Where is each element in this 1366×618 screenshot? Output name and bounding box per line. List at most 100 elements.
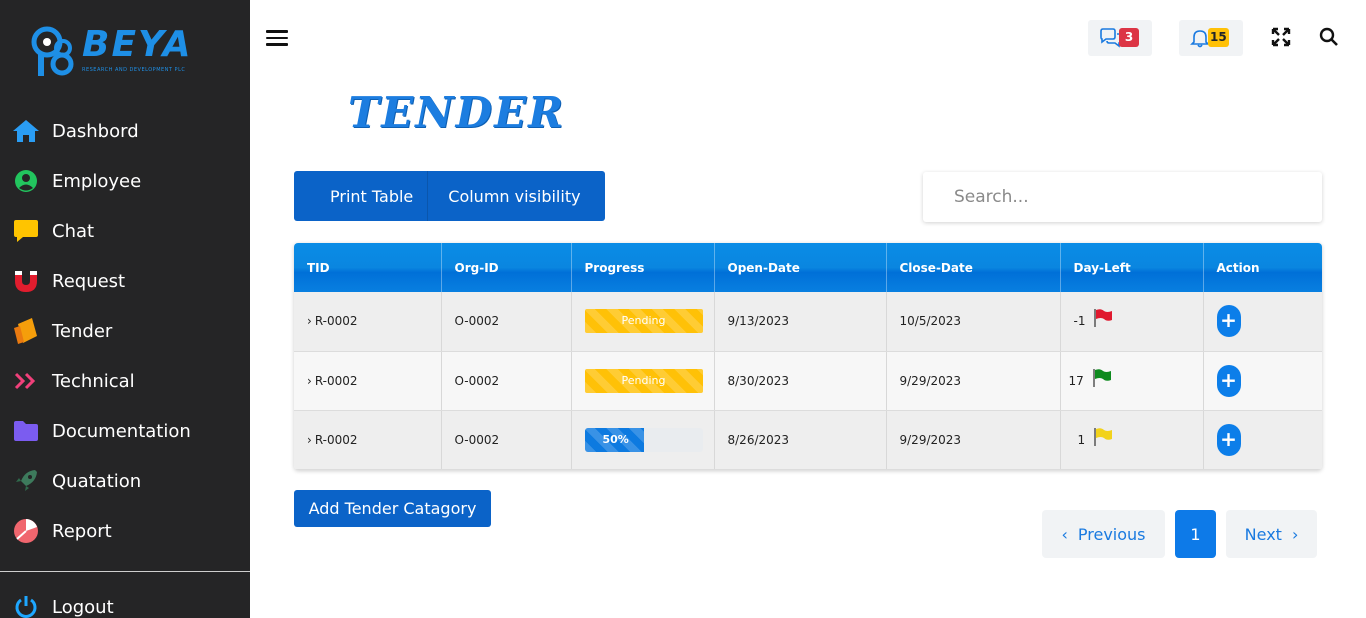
close-date-cell: 9/29/2023: [886, 410, 1061, 470]
double-chevron-icon: [12, 367, 40, 395]
messages-button[interactable]: 3: [1088, 20, 1152, 56]
table-row: › R-0002 O-0002 Pending 8/30/2023 9/29/20…: [294, 351, 1322, 411]
print-table-button[interactable]: Print Table: [294, 171, 427, 221]
column-header-day-left[interactable]: Day-Left: [1060, 243, 1204, 292]
action-cell: +: [1203, 292, 1322, 352]
progress-bar-fill: 50%: [584, 427, 644, 452]
expand-chevron-icon[interactable]: ›: [307, 374, 312, 388]
sidebar-item-label: Technical: [52, 370, 135, 392]
pie-chart-icon: [12, 517, 40, 545]
day-left-cell: 1: [1060, 410, 1204, 470]
open-date-cell: 9/13/2023: [714, 292, 887, 352]
sidebar-item-documentation[interactable]: Documentation: [12, 414, 191, 448]
tid-cell[interactable]: › R-0002: [294, 292, 442, 352]
column-visibility-button[interactable]: Column visibility: [428, 171, 604, 221]
open-date-cell: 8/30/2023: [714, 351, 887, 411]
tid-value: R-0002: [314, 432, 358, 447]
sidebar-item-employee[interactable]: Employee: [12, 164, 141, 198]
add-action-button[interactable]: +: [1216, 305, 1241, 338]
add-action-button[interactable]: +: [1216, 364, 1241, 397]
sidebar-item-request[interactable]: Request: [12, 264, 125, 298]
tender-icon: [12, 317, 40, 345]
column-header-close-date[interactable]: Close-Date: [886, 243, 1061, 292]
search-icon[interactable]: [1318, 26, 1340, 48]
menu-toggle-icon[interactable]: [266, 30, 288, 46]
close-date-cell: 9/29/2023: [886, 351, 1061, 411]
sidebar-item-report[interactable]: Report: [12, 514, 112, 548]
brand-logo[interactable]: BEYA RESEARCH AND DEVELOPMENT PLC: [30, 24, 195, 80]
sidebar-item-logout[interactable]: Logout: [12, 590, 114, 618]
column-header-progress[interactable]: Progress: [571, 243, 715, 292]
org-id-cell: O-0002: [441, 410, 572, 470]
yellow-flag-icon: [1094, 427, 1113, 446]
expand-chevron-icon[interactable]: ›: [307, 314, 312, 328]
pagination-next-button[interactable]: Next ›: [1226, 510, 1317, 558]
red-flag-icon: [1094, 309, 1113, 328]
rocket-icon: [12, 467, 40, 495]
open-date-cell: 8/26/2023: [714, 410, 887, 470]
pagination-page-current[interactable]: 1: [1175, 510, 1216, 558]
tid-value: R-0002: [314, 373, 358, 388]
folder-icon: [12, 417, 40, 445]
sidebar-item-label: Logout: [52, 596, 114, 618]
chat-bubble-icon: [12, 217, 40, 245]
fullscreen-icon[interactable]: [1270, 26, 1292, 48]
bell-icon: [1190, 30, 1210, 48]
pagination-next-label: Next: [1244, 524, 1282, 544]
sidebar-item-label: Documentation: [52, 420, 191, 442]
pending-status-badge: Pending: [584, 368, 703, 393]
close-date-cell: 10/5/2023: [886, 292, 1061, 352]
user-circle-icon: [12, 167, 40, 195]
sidebar-item-label: Quatation: [52, 470, 142, 492]
pagination-previous-button[interactable]: ‹ Previous: [1042, 510, 1165, 558]
progress-cell: 50%: [571, 410, 715, 470]
sidebar-item-label: Tender: [52, 320, 113, 342]
green-flag-icon: [1093, 368, 1111, 387]
power-icon: [12, 593, 40, 618]
table-row: › R-0002 O-0002 Pending 9/13/2023 10/5/20…: [294, 292, 1322, 352]
tid-cell[interactable]: › R-0002: [294, 410, 442, 470]
chevron-left-icon: ‹: [1061, 524, 1068, 544]
table-row: › R-0002 O-0002 50% 8/26/2023 9/29/2023 1…: [294, 410, 1322, 470]
table-header-row: TID Org-ID Progress Open-Date Close-Date…: [294, 243, 1322, 292]
tid-cell[interactable]: › R-0002: [294, 351, 442, 411]
sidebar-item-tender[interactable]: Tender: [12, 314, 112, 348]
chevron-right-icon: ›: [1291, 524, 1299, 544]
org-id-cell: O-0002: [441, 351, 572, 411]
action-cell: +: [1203, 351, 1322, 411]
notifications-button[interactable]: 15: [1179, 20, 1243, 56]
table-toolbar: Print Table Column visibility: [294, 171, 605, 221]
messages-count-badge: 3: [1119, 28, 1139, 47]
notifications-count-badge: 15: [1208, 28, 1229, 47]
day-left-value: 1: [1077, 432, 1086, 447]
pagination-previous-label: Previous: [1077, 524, 1146, 544]
page-title: TENDER: [348, 88, 565, 137]
sidebar-item-chat[interactable]: Chat: [12, 214, 94, 248]
sidebar-item-quatation[interactable]: Quatation: [12, 464, 141, 498]
search-box: [923, 172, 1322, 222]
sidebar-item-label: Request: [52, 270, 126, 292]
add-action-button[interactable]: +: [1216, 423, 1241, 456]
sidebar-divider: [0, 571, 250, 572]
add-tender-category-button[interactable]: Add Tender Catagory: [294, 490, 491, 527]
search-input[interactable]: [923, 172, 1322, 222]
day-left-cell: -1: [1060, 292, 1204, 352]
column-header-tid[interactable]: TID: [294, 243, 442, 292]
tender-table: TID Org-ID Progress Open-Date Close-Date…: [294, 243, 1322, 470]
sidebar-item-technical[interactable]: Technical: [12, 364, 135, 398]
home-icon: [12, 117, 40, 145]
logo-mark-icon: [31, 26, 74, 76]
column-header-org-id[interactable]: Org-ID: [441, 243, 572, 292]
column-header-open-date[interactable]: Open-Date: [714, 243, 887, 292]
sidebar: BEYA RESEARCH AND DEVELOPMENT PLC Dashbo…: [0, 0, 250, 618]
expand-chevron-icon[interactable]: ›: [307, 433, 312, 447]
progress-bar: 50%: [584, 427, 703, 452]
org-id-cell: O-0002: [441, 292, 572, 352]
column-header-action[interactable]: Action: [1203, 243, 1322, 292]
brand-tagline: RESEARCH AND DEVELOPMENT PLC: [82, 67, 186, 73]
day-left-value: 17: [1068, 373, 1084, 388]
tid-value: R-0002: [314, 314, 358, 329]
sidebar-item-dashboard[interactable]: Dashbord: [12, 114, 139, 148]
sidebar-item-label: Dashbord: [52, 120, 139, 142]
sidebar-item-label: Report: [52, 520, 112, 542]
